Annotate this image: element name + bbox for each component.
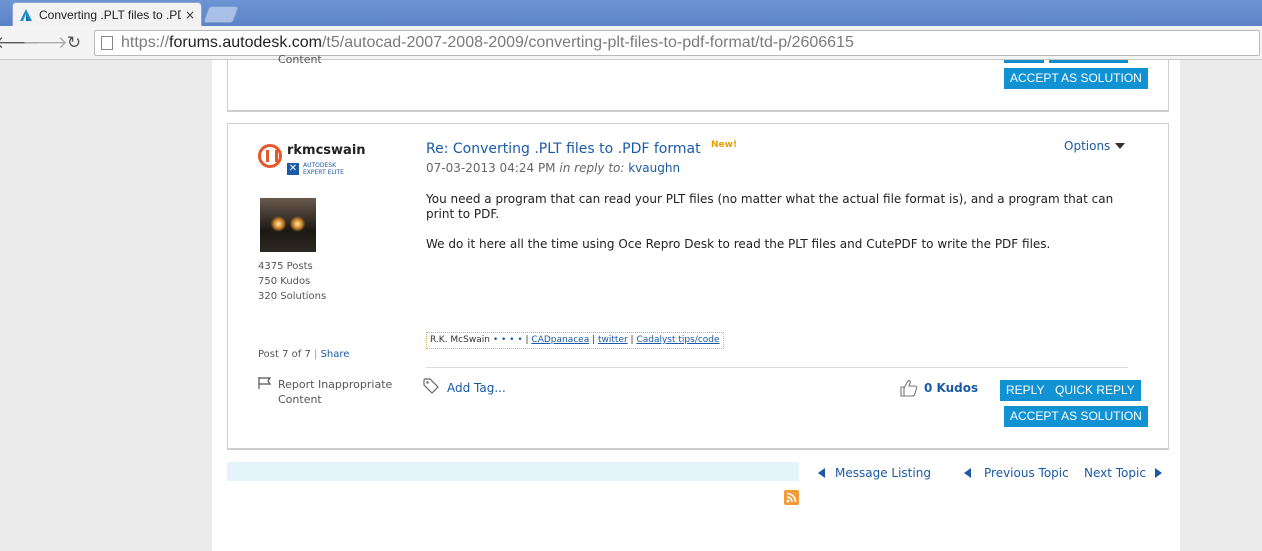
autodesk-x-icon: ✕ — [287, 163, 299, 175]
tag-icon[interactable] — [423, 378, 439, 394]
browser-tab[interactable]: Converting .PLT files to .PDF × — [12, 2, 202, 26]
page-icon — [101, 36, 113, 50]
listing-bar — [227, 462, 799, 481]
close-tab-icon[interactable]: × — [185, 8, 195, 22]
forward-arrow-icon[interactable]: 🡒 — [22, 33, 68, 53]
thumbs-up-icon[interactable] — [900, 379, 918, 397]
author-solutions-count: 320 Solutions — [258, 291, 327, 302]
rss-icon[interactable] — [784, 490, 799, 505]
signature-link-twitter[interactable]: twitter — [598, 335, 628, 345]
quick-reply-button[interactable]: QUICK REPLY — [1049, 380, 1141, 401]
divider — [426, 367, 1128, 368]
add-tag-link[interactable]: Add Tag... — [447, 381, 506, 395]
author-username[interactable]: rkmcswain — [287, 143, 366, 158]
previous-quick-reply-button-edge[interactable] — [1049, 60, 1128, 63]
address-bar[interactable]: https://forums.autodesk.com/t5/autocad-2… — [94, 30, 1260, 56]
next-topic-link[interactable]: Next Topic — [1084, 466, 1162, 480]
author-avatar[interactable] — [260, 198, 316, 252]
reply-button[interactable]: REPLY — [1000, 380, 1051, 401]
previous-report-content-label[interactable]: Content — [278, 53, 322, 66]
user-signature: R.K. McSwain • • • • | CADpanacea | twit… — [426, 332, 724, 349]
new-tab-button[interactable] — [202, 6, 240, 23]
kudos-count[interactable]: 0 Kudos — [924, 381, 978, 395]
caret-down-icon — [1115, 143, 1126, 149]
browser-toolbar: 🡐 🡒 ↻ https://forums.autodesk.com/t5/aut… — [0, 26, 1262, 60]
author-posts-count: 4375 Posts — [258, 261, 313, 272]
post-body-paragraph: You need a program that can read your PL… — [426, 192, 1114, 221]
signature-link-cadpanacea[interactable]: CADpanacea — [531, 335, 589, 345]
previous-topic-link[interactable]: Previous Topic — [964, 466, 1069, 480]
user-rank-logo-icon — [258, 144, 282, 168]
signature-link-cadalyst[interactable]: Cadalyst tips/code — [636, 335, 719, 345]
post-subject[interactable]: Re: Converting .PLT files to .PDF format — [426, 141, 701, 157]
post-meta: 07-03-2013 04:24 PM in reply to: kvaughn — [426, 161, 681, 175]
flag-icon[interactable] — [258, 377, 272, 389]
left-arrow-icon — [818, 468, 825, 478]
new-badge: New! — [711, 140, 738, 150]
in-reply-to-user-link[interactable]: kvaughn — [628, 161, 680, 175]
author-kudos-count: 750 Kudos — [258, 276, 311, 287]
author-rank: AUTODESK EXPERT ELITE — [303, 162, 344, 176]
accept-as-solution-button[interactable]: ACCEPT AS SOLUTION — [1004, 406, 1148, 427]
right-arrow-icon — [1154, 468, 1162, 478]
left-arrow-icon — [964, 468, 971, 478]
tab-title: Converting .PLT files to .PDF — [39, 7, 181, 22]
url-text: https://forums.autodesk.com/t5/autocad-2… — [121, 34, 854, 51]
report-inappropriate-link[interactable]: Report Inappropriate Content — [278, 377, 398, 407]
previous-accept-solution-button[interactable]: ACCEPT AS SOLUTION — [1004, 68, 1148, 89]
post-body-paragraph: We do it here all the time using Oce Rep… — [426, 237, 1051, 251]
reload-icon[interactable]: ↻ — [64, 33, 84, 53]
previous-reply-button-edge[interactable] — [1004, 60, 1044, 63]
post-number: Post 7 of 7 | Share — [258, 349, 350, 360]
browser-tab-strip: Converting .PLT files to .PDF × — [0, 0, 1262, 26]
share-link[interactable]: Share — [321, 349, 350, 360]
message-listing-link[interactable]: Message Listing — [818, 466, 931, 480]
post-date: 07-03-2013 04:24 PM — [426, 161, 556, 175]
options-menu[interactable]: Options — [1064, 139, 1126, 153]
autodesk-favicon-icon — [20, 8, 32, 21]
